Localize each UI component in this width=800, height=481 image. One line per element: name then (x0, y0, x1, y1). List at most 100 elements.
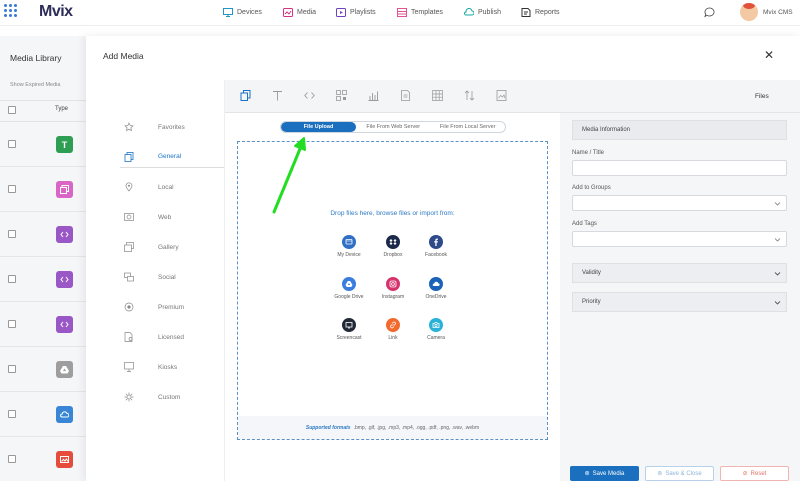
table-row[interactable] (0, 347, 86, 392)
chat-icon[interactable] (704, 7, 715, 18)
grid-icon[interactable] (432, 90, 443, 101)
text-icon: T (56, 136, 73, 153)
add-tags-select[interactable] (572, 231, 787, 247)
reset-icon: ⊘ (742, 471, 748, 477)
image-icon (56, 451, 73, 468)
nav-reports[interactable]: Reports (521, 8, 560, 17)
device-icon (342, 235, 356, 249)
chevron-down-icon (774, 272, 781, 276)
avatar[interactable] (740, 3, 758, 21)
user-name[interactable]: Mvix CMS (763, 9, 793, 16)
row-checkbox[interactable] (8, 365, 16, 373)
nav-label: Reports (535, 9, 560, 16)
sort-icon[interactable] (464, 90, 475, 101)
save-close-label: Save & Close (665, 470, 702, 477)
row-checkbox[interactable] (8, 230, 16, 238)
category-label: Licensed (158, 333, 185, 341)
row-checkbox[interactable] (8, 275, 16, 283)
save-media-label: Save Media (592, 470, 625, 477)
tab-file-from-local-server[interactable]: File From Local Server (431, 122, 506, 132)
category-label: General (158, 153, 182, 160)
close-icon[interactable]: ✕ (763, 49, 775, 61)
text-icon[interactable] (272, 90, 283, 101)
chevron-down-icon (774, 238, 781, 242)
nav-templates[interactable]: Templates (397, 8, 443, 17)
nav-label: Media (297, 9, 317, 16)
category-general[interactable]: General (120, 146, 224, 168)
row-checkbox[interactable] (8, 185, 16, 193)
table-row[interactable] (0, 302, 86, 347)
copy-icon[interactable] (240, 90, 251, 101)
google-drive-icon (56, 361, 73, 378)
star-icon (124, 122, 134, 132)
priority-label: Priority (582, 299, 601, 305)
nav-media[interactable]: Media (283, 8, 316, 17)
source-label: Facebook (425, 252, 447, 258)
nav-devices[interactable]: Devices (223, 8, 262, 17)
table-row[interactable] (0, 437, 86, 481)
category-gallery[interactable]: Gallery (120, 236, 224, 258)
row-checkbox[interactable] (8, 140, 16, 148)
category-social[interactable]: Social (120, 266, 224, 288)
chart-icon[interactable] (368, 90, 379, 101)
category-licensed[interactable]: Licensed (120, 326, 224, 348)
tab-file-from-web-server[interactable]: File From Web Server (356, 122, 431, 132)
publish-icon (464, 8, 474, 16)
supported-formats-list: .bmp, .gif, .jpg, .mp3, .mp4, .ogg, .pdf… (353, 424, 480, 431)
upload-tabs: File Upload File From Web Server File Fr… (280, 121, 506, 133)
table-row[interactable] (0, 212, 86, 257)
name-title-label: Name / Title (572, 150, 605, 156)
code-icon (56, 226, 73, 243)
apps-grid-icon[interactable] (4, 4, 18, 18)
table-row[interactable] (0, 392, 86, 437)
nav-playlists[interactable]: Playlists (336, 8, 376, 17)
source-onedrive[interactable]: OneDrive (411, 277, 461, 300)
validity-accordion[interactable]: Validity (572, 263, 787, 283)
code-icon[interactable] (304, 90, 315, 101)
source-google-drive[interactable]: Google Drive (324, 277, 374, 300)
top-navbar: Mvix Devices Media Playlists Templates P… (0, 0, 800, 26)
category-kiosks[interactable]: Kiosks (120, 356, 224, 378)
table-row[interactable] (0, 167, 86, 212)
supported-formats-bar: Supported formats .bmp, .gif, .jpg, .mp3… (238, 416, 547, 439)
camera-icon (429, 318, 443, 332)
table-row[interactable]: T (0, 122, 86, 167)
reset-button[interactable]: ⊘ Reset (720, 466, 789, 481)
category-local[interactable]: Local (120, 176, 224, 198)
nav-publish[interactable]: Publish (464, 8, 501, 17)
tab-file-upload[interactable]: File Upload (281, 122, 356, 132)
app-logo[interactable]: Mvix (39, 3, 73, 21)
source-my-device[interactable]: My Device (324, 235, 374, 258)
document-icon[interactable] (400, 90, 411, 101)
category-label: Local (158, 183, 174, 191)
social-icon (124, 272, 134, 282)
priority-accordion[interactable]: Priority (572, 292, 787, 312)
row-checkbox[interactable] (8, 455, 16, 463)
add-to-groups-label: Add to Groups (572, 185, 611, 191)
cloud-icon (56, 406, 73, 423)
annotation-arrow (272, 137, 306, 214)
dropbox-icon (386, 235, 400, 249)
category-custom[interactable]: Custom (120, 386, 224, 408)
add-to-groups-select[interactable] (572, 195, 787, 211)
image-icon[interactable] (496, 90, 507, 101)
table-row[interactable] (0, 257, 86, 302)
save-media-button[interactable]: ⊚ Save Media (570, 466, 639, 481)
show-expired-toggle-label[interactable]: Show Expired Media (10, 82, 60, 88)
nav-label: Templates (411, 9, 443, 16)
row-checkbox[interactable] (8, 410, 16, 418)
reports-icon (521, 8, 531, 17)
category-premium[interactable]: Premium (120, 296, 224, 318)
source-camera[interactable]: Camera (411, 318, 461, 341)
category-web[interactable]: Web (120, 206, 224, 228)
select-all-checkbox[interactable] (8, 106, 16, 114)
nav-label: Playlists (350, 9, 376, 16)
name-title-input[interactable] (572, 160, 787, 176)
save-and-close-button[interactable]: ⊚ Save & Close (645, 466, 714, 481)
gallery-icon (56, 181, 73, 198)
category-favorites[interactable]: Favorites (120, 116, 224, 138)
source-facebook[interactable]: Facebook (411, 235, 461, 258)
source-screencast[interactable]: Screencast (324, 318, 374, 341)
qr-icon[interactable] (336, 90, 347, 101)
row-checkbox[interactable] (8, 320, 16, 328)
